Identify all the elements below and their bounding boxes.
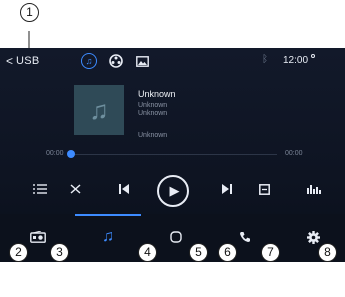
progress-thumb[interactable] [67, 150, 75, 158]
callout-5: 5 [189, 243, 208, 262]
total-time: 00:00 [285, 150, 303, 157]
music-note-icon: ♫ [89, 95, 109, 125]
media-player-screen: < USB ♫ ᛒ 12:00 ♫ Unknown Unknown Unknow… [0, 48, 345, 262]
bluetooth-icon: ᛒ [262, 54, 268, 65]
video-source-icon[interactable] [108, 53, 124, 69]
album-art: ♫ [74, 85, 124, 135]
playlist-icon[interactable] [32, 182, 48, 196]
elapsed-time: 00:00 [46, 150, 64, 157]
clock: 12:00 [283, 55, 309, 66]
equalizer-icon[interactable] [306, 182, 322, 196]
play-icon[interactable]: ▶ [157, 175, 189, 207]
repeat-icon[interactable] [257, 182, 271, 196]
callout-1: 1 [20, 3, 39, 22]
photo-source-icon[interactable] [134, 53, 150, 69]
music-source-icon[interactable]: ♫ [81, 53, 97, 69]
progress-track[interactable] [71, 154, 277, 155]
music-icon[interactable]: ♫ [93, 224, 123, 250]
track-extra: Unknown [138, 132, 168, 139]
previous-icon[interactable] [117, 182, 131, 196]
track-album: Unknown [138, 110, 168, 117]
callout-3: 3 [50, 243, 69, 262]
callout-6: 6 [218, 243, 237, 262]
source-title: USB [16, 55, 40, 67]
shuffle-icon[interactable] [69, 182, 83, 196]
track-title: Unknown [138, 89, 176, 99]
back-button[interactable]: < [6, 55, 13, 67]
callout-8: 8 [318, 243, 337, 262]
status-bar: < USB ♫ ᛒ 12:00 [0, 48, 345, 74]
next-icon[interactable] [220, 182, 234, 196]
signal-icon [311, 54, 315, 58]
active-tab-indicator [75, 214, 141, 216]
callout-2: 2 [9, 243, 28, 262]
track-artist: Unknown [138, 102, 168, 109]
radio-icon[interactable] [23, 224, 53, 250]
callout-4: 4 [138, 243, 157, 262]
callout-7: 7 [261, 243, 280, 262]
home-icon[interactable] [161, 224, 191, 250]
